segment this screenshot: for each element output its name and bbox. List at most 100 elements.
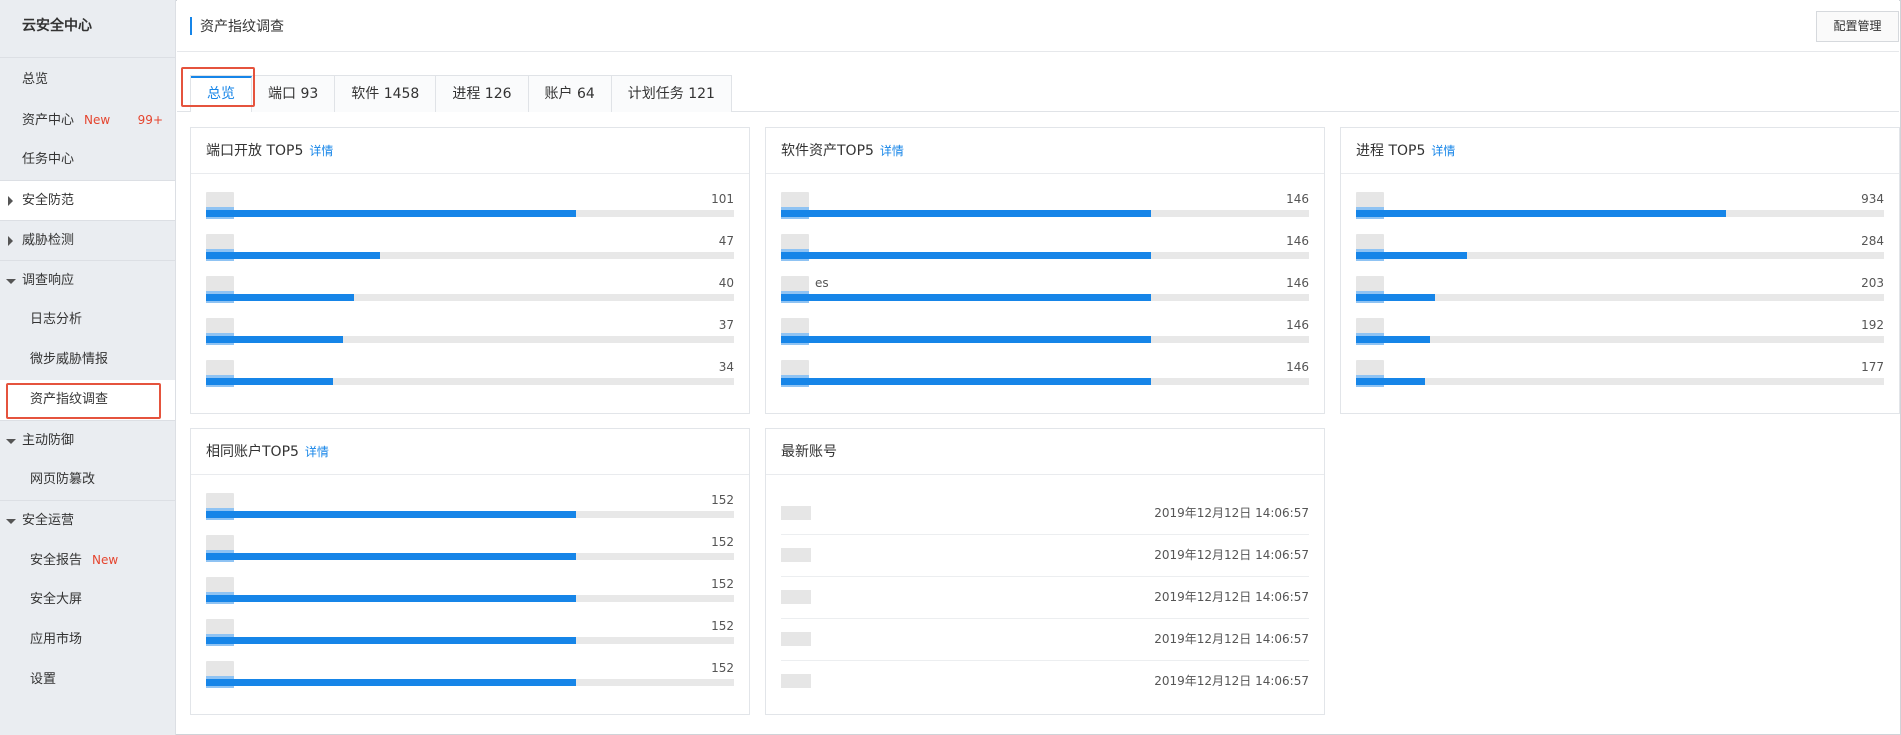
sidebar-group-defense[interactable]: 安全防范 <box>0 180 175 220</box>
details-link[interactable]: 详情 <box>305 445 329 459</box>
sidebar-group-threat[interactable]: 威胁检测 <box>0 220 175 260</box>
sidebar-item-asset-fingerprint[interactable]: 资产指纹调查 <box>0 380 175 420</box>
bar-fill <box>206 294 354 301</box>
sidebar-item-label: 应用市场 <box>30 632 83 647</box>
sidebar-item-threat-intel[interactable]: 微步威胁情报 <box>0 340 175 380</box>
tab-scheduled-tasks[interactable]: 计划任务 121 <box>612 76 731 112</box>
bar-track <box>781 294 1309 301</box>
bar-row: 152 <box>206 619 734 661</box>
bar-track <box>206 595 734 602</box>
bar-value: 34 <box>718 360 734 374</box>
tab-overview[interactable]: 总览 <box>191 76 252 112</box>
sidebar-item-web-tamper[interactable]: 网页防篡改 <box>0 460 175 500</box>
redacted-account-name <box>781 548 811 562</box>
sidebar-item-settings[interactable]: 设置 <box>0 660 175 700</box>
card-header: 相同账户TOP5 详情 <box>191 429 749 475</box>
bar-row: es 146 <box>781 276 1309 318</box>
bar-value: 146 <box>1286 318 1309 332</box>
page-title: 资产指纹调查 <box>200 19 284 35</box>
bar-track <box>206 378 734 385</box>
bar-fill <box>1356 378 1425 385</box>
bar-fill <box>206 553 576 560</box>
tab-accounts[interactable]: 账户 64 <box>529 76 612 112</box>
sidebar-group-label: 安全运营 <box>22 513 75 528</box>
details-link[interactable]: 详情 <box>880 144 904 158</box>
sidebar-item-label: 任务中心 <box>22 152 75 167</box>
bar-value: 192 <box>1861 318 1884 332</box>
account-row: 2019年12月12日 14:06:57 <box>781 493 1309 535</box>
sidebar-item-label: 安全报告 <box>30 553 83 568</box>
sidebar-item-label: 总览 <box>22 72 49 87</box>
account-timestamp: 2019年12月12日 14:06:57 <box>1154 590 1309 604</box>
bar-track <box>1356 378 1884 385</box>
bar-value: 177 <box>1861 360 1884 374</box>
details-link[interactable]: 详情 <box>1431 144 1455 158</box>
bar-fill <box>206 637 576 644</box>
software-top5-card: 软件资产TOP5 详情 146 146 es 146 146 146 <box>765 127 1325 414</box>
details-link[interactable]: 详情 <box>309 144 333 158</box>
sidebar-item-overview[interactable]: 总览 <box>0 60 175 100</box>
bar-value: 146 <box>1286 276 1309 290</box>
bar-value: 284 <box>1861 234 1884 248</box>
page-header: 资产指纹调查 配置管理 <box>177 0 1899 52</box>
sidebar-item-label: 网页防篡改 <box>30 472 96 487</box>
bar-fill <box>1356 252 1467 259</box>
redacted-account-name <box>781 506 811 520</box>
bar-track <box>781 336 1309 343</box>
bar-value: 146 <box>1286 360 1309 374</box>
new-badge: New <box>84 113 111 127</box>
redacted-account-name <box>781 674 811 688</box>
bar-value: 152 <box>711 661 734 675</box>
bar-row: 203 <box>1356 276 1884 318</box>
card-title: 最新账号 <box>781 444 837 460</box>
account-timestamp: 2019年12月12日 14:06:57 <box>1154 506 1309 520</box>
bar-row: 34 <box>206 360 734 402</box>
card-header: 进程 TOP5 详情 <box>1341 128 1899 174</box>
bar-row: 146 <box>781 318 1309 360</box>
sidebar-item-task-center[interactable]: 任务中心 <box>0 140 175 180</box>
account-row: 2019年12月12日 14:06:57 <box>781 619 1309 661</box>
account-timestamp: 2019年12月12日 14:06:57 <box>1154 674 1309 688</box>
tab-ports[interactable]: 端口 93 <box>252 76 336 112</box>
tab-process[interactable]: 进程 126 <box>436 76 529 112</box>
bar-row: 177 <box>1356 360 1884 402</box>
bar-row: 192 <box>1356 318 1884 360</box>
sidebar-item-label: 资产中心 <box>22 113 75 128</box>
sidebar-group-investigation[interactable]: 调查响应 <box>0 260 175 300</box>
sidebar-item-label: 资产指纹调查 <box>30 392 109 407</box>
sidebar-item-log-analysis[interactable]: 日志分析 <box>0 300 175 340</box>
bar-value: 146 <box>1286 234 1309 248</box>
process-top5-card: 进程 TOP5 详情 934 284 203 192 177 <box>1340 127 1900 414</box>
bar-value: 934 <box>1861 192 1884 206</box>
bar-track <box>206 336 734 343</box>
sidebar-group-ops[interactable]: 安全运营 <box>0 500 175 540</box>
bar-fill <box>206 336 344 343</box>
bar-fill <box>1356 336 1430 343</box>
title-accent-bar <box>190 17 192 35</box>
count-badge: 99+ <box>137 113 163 127</box>
sidebar-group-label: 调查响应 <box>22 273 75 288</box>
bar-track <box>206 637 734 644</box>
config-management-button[interactable]: 配置管理 <box>1816 11 1899 42</box>
tab-software[interactable]: 软件 1458 <box>335 76 437 112</box>
latest-accounts-card: 最新账号 2019年12月12日 14:06:57 2019年12月12日 14:… <box>765 428 1325 715</box>
bar-row: 47 <box>206 234 734 276</box>
sidebar-item-app-market[interactable]: 应用市场 <box>0 620 175 660</box>
sidebar-item-security-report[interactable]: 安全报告 New <box>0 540 175 580</box>
bar-row: 101 <box>206 192 734 234</box>
sidebar-item-label: 微步威胁情报 <box>30 352 109 367</box>
bar-value: 203 <box>1861 276 1884 290</box>
sidebar-group-active-defense[interactable]: 主动防御 <box>0 420 175 460</box>
caret-down-icon <box>6 421 16 461</box>
bar-row: 284 <box>1356 234 1884 276</box>
bar-value: 152 <box>711 535 734 549</box>
bar-row: 934 <box>1356 192 1884 234</box>
bar-row: 152 <box>206 493 734 535</box>
bar-value: 152 <box>711 493 734 507</box>
bar-value: 47 <box>718 234 734 248</box>
bar-fill <box>1356 294 1436 301</box>
ports-top5-card: 端口开放 TOP5 详情 101 47 40 37 34 <box>190 127 750 414</box>
bar-row: 152 <box>206 661 734 703</box>
sidebar-item-asset-center[interactable]: 资产中心 New 99+ <box>0 100 175 140</box>
sidebar-item-big-screen[interactable]: 安全大屏 <box>0 580 175 620</box>
